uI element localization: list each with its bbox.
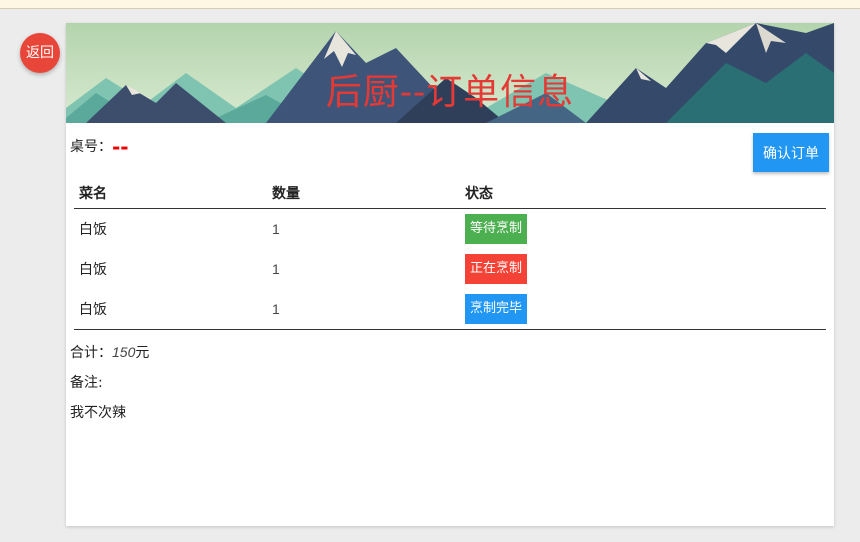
total-unit: 元: [135, 345, 150, 361]
dish-qty: 1: [272, 221, 280, 237]
table-header-row: 菜名 数量 状态: [74, 178, 826, 209]
dish-qty: 1: [267, 289, 460, 330]
note-value: 我不次辣: [70, 405, 126, 421]
status-badge[interactable]: 正在烹制: [465, 254, 528, 284]
dish-qty: 1: [272, 261, 280, 277]
note-label: 备注:: [70, 375, 103, 391]
table-row: 白饭 1 正在烹制: [74, 249, 826, 289]
back-button[interactable]: 返回: [20, 33, 60, 73]
total-label: 合计：: [70, 345, 112, 361]
status-badge[interactable]: 烹制完毕: [465, 294, 528, 324]
column-header-dish: 菜名: [74, 178, 267, 209]
confirm-order-button[interactable]: 确认订单: [753, 133, 829, 172]
status-badge[interactable]: 等待烹制: [465, 214, 528, 244]
table-number-value: --: [112, 135, 129, 159]
dish-name: 白饭: [79, 262, 107, 278]
page-title: 后厨--订单信息: [325, 72, 575, 113]
dish-name: 白饭: [74, 289, 267, 330]
order-total: 合计：150元: [70, 342, 149, 362]
table-row: 白饭 1 烹制完毕: [74, 289, 826, 330]
total-value: 150: [112, 344, 136, 360]
table-number-label: 桌号：: [70, 139, 112, 155]
column-header-status: 状态: [460, 178, 826, 209]
browser-top-strip: [0, 0, 860, 9]
table-row: 白饭 1 等待烹制: [74, 209, 826, 250]
table-number: 桌号：--: [70, 135, 129, 159]
order-card: 后厨--订单信息 桌号：-- 确认订单 菜名 数量 状态 白饭 1 等待烹制 白…: [66, 23, 834, 526]
column-header-qty: 数量: [267, 178, 460, 209]
order-items-table: 菜名 数量 状态 白饭 1 等待烹制 白饭 1 正在烹制 白饭 1 烹制完毕: [74, 178, 826, 330]
dish-name: 白饭: [79, 222, 107, 238]
mountain-banner: 后厨--订单信息: [66, 23, 834, 123]
